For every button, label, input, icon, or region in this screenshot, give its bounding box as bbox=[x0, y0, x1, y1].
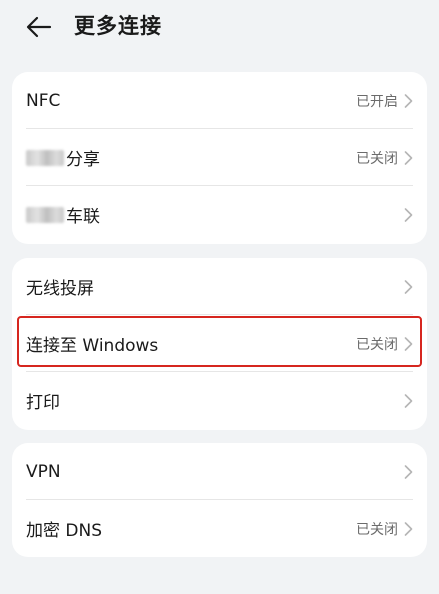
chevron-right-icon bbox=[404, 464, 413, 479]
blurred-brand-text bbox=[26, 149, 64, 166]
vpn-row[interactable]: VPN bbox=[12, 443, 427, 500]
chevron-right-icon bbox=[404, 393, 413, 408]
wireless-cast-row[interactable]: 无线投屏 bbox=[12, 258, 427, 315]
share-status: 已关闭 bbox=[356, 150, 398, 167]
connect-windows-row[interactable]: 连接至 Windows 已关闭 bbox=[12, 315, 427, 372]
chevron-right-icon bbox=[404, 93, 413, 108]
back-button[interactable] bbox=[22, 10, 56, 44]
nfc-row[interactable]: NFC 已开启 bbox=[12, 72, 427, 129]
chevron-right-icon bbox=[404, 150, 413, 165]
encrypted-dns-status: 已关闭 bbox=[356, 521, 398, 538]
chevron-right-icon bbox=[404, 521, 413, 536]
nfc-label: NFC bbox=[26, 90, 61, 111]
chevron-right-icon bbox=[404, 279, 413, 294]
share-label: 分享 bbox=[66, 150, 100, 170]
nfc-status: 已开启 bbox=[356, 93, 398, 110]
chevron-right-icon bbox=[404, 336, 413, 351]
wireless-cast-label: 无线投屏 bbox=[26, 279, 94, 299]
connect-windows-status: 已关闭 bbox=[356, 336, 398, 353]
back-arrow-icon bbox=[26, 16, 52, 38]
connection-card-3: VPN 加密 DNS 已关闭 bbox=[12, 443, 427, 557]
connection-card-2: 无线投屏 连接至 Windows 已关闭 打印 bbox=[12, 258, 427, 430]
header: 更多连接 bbox=[0, 0, 439, 56]
encrypted-dns-label: 加密 DNS bbox=[26, 521, 103, 541]
car-row[interactable]: 车联 bbox=[12, 186, 427, 243]
blurred-brand-text bbox=[26, 206, 64, 223]
connection-card-1: NFC 已开启 分享 已关闭 车联 bbox=[12, 72, 427, 244]
page-title: 更多连接 bbox=[74, 14, 162, 38]
print-row[interactable]: 打印 bbox=[12, 372, 427, 429]
encrypted-dns-row[interactable]: 加密 DNS 已关闭 bbox=[12, 500, 427, 557]
car-label: 车联 bbox=[66, 207, 100, 227]
share-row[interactable]: 分享 已关闭 bbox=[12, 129, 427, 186]
connect-windows-label: 连接至 Windows bbox=[26, 336, 159, 356]
vpn-label: VPN bbox=[26, 461, 61, 482]
print-label: 打印 bbox=[26, 393, 60, 413]
chevron-right-icon bbox=[404, 207, 413, 222]
